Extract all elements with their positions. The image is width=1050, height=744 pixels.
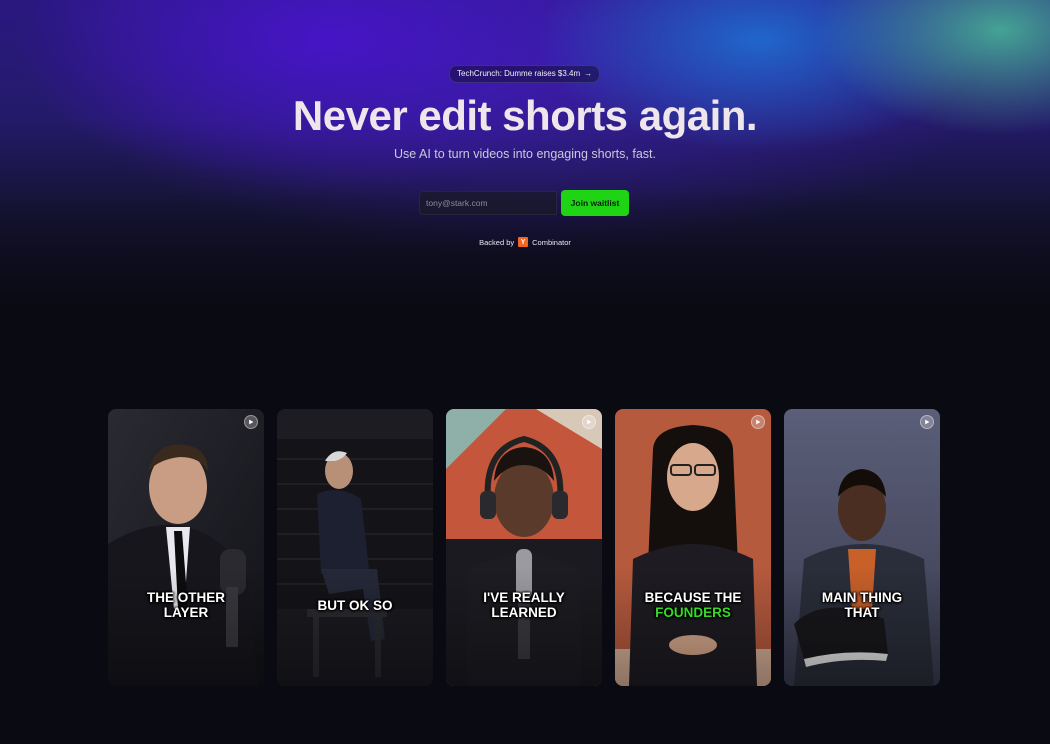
email-field[interactable] [419, 191, 557, 215]
video-caption: BUT OK SO [277, 598, 433, 613]
caption-shade [446, 566, 602, 686]
backed-by-badge: Backed by Y Combinator [0, 237, 1050, 247]
video-card[interactable]: MAIN THING THAT [784, 409, 940, 686]
caption-line: MAIN THING [821, 590, 903, 605]
combinator-label: Combinator [532, 237, 571, 247]
caption-line: BECAUSE THE [644, 590, 742, 605]
caption-line: THE OTHER [146, 590, 225, 605]
caption-line: LEARNED [491, 605, 557, 620]
video-card[interactable]: BECAUSE THE FOUNDERS [615, 409, 771, 686]
video-card[interactable]: I'VE REALLY LEARNED [446, 409, 602, 686]
page-headline: Never edit shorts again. [292, 92, 758, 139]
video-caption: I'VE REALLY LEARNED [446, 590, 602, 620]
backed-by-label: Backed by [479, 237, 515, 247]
arrow-right-icon: → [584, 69, 593, 78]
caption-shade [108, 566, 264, 686]
news-announcement-link[interactable]: TechCrunch: Dumme raises $3.4m → [449, 65, 601, 83]
caption-shade [784, 566, 940, 686]
caption-line: I'VE REALLY [483, 590, 565, 605]
video-caption: THE OTHER LAYER [108, 590, 264, 620]
video-caption: MAIN THING THAT [784, 590, 940, 620]
video-card[interactable]: BUT OK SO [277, 409, 433, 686]
video-card-row: THE OTHER LAYER BUT OK SO I'VE REALLY LE… [108, 409, 940, 686]
news-announcement-label: TechCrunch: Dumme raises $3.4m [457, 69, 581, 78]
play-icon[interactable] [751, 415, 765, 429]
caption-highlight-word: FOUNDERS [655, 605, 731, 620]
video-card[interactable]: THE OTHER LAYER [108, 409, 264, 686]
video-caption: BECAUSE THE FOUNDERS [615, 590, 771, 620]
caption-line: THAT [844, 605, 880, 620]
waitlist-form: Join waitlist [419, 190, 629, 216]
play-icon[interactable] [920, 415, 934, 429]
caption-line: LAYER [163, 605, 209, 620]
caption-shade [277, 566, 433, 686]
hero-gradient-background [0, 0, 1050, 340]
y-combinator-logo-icon: Y [518, 237, 529, 247]
play-icon[interactable] [582, 415, 596, 429]
caption-shade [615, 566, 771, 686]
join-waitlist-button[interactable]: Join waitlist [561, 190, 629, 216]
page-subheadline: Use AI to turn videos into engaging shor… [394, 147, 656, 161]
play-icon[interactable] [244, 415, 258, 429]
caption-line: BUT OK SO [317, 598, 393, 613]
landing-page: TechCrunch: Dumme raises $3.4m → Never e… [0, 0, 1050, 744]
